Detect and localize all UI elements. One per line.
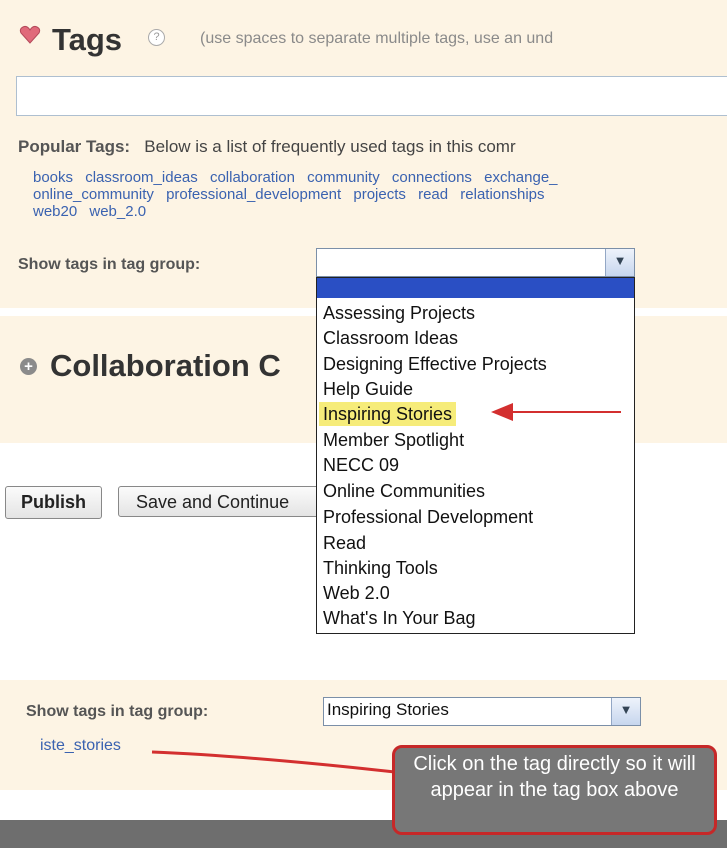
tag-link[interactable]: books — [33, 169, 73, 186]
dropdown-option[interactable]: Online Communities — [323, 479, 485, 503]
lower-tag-group-label: Show tags in tag group: — [26, 703, 209, 720]
publish-button[interactable]: Publish — [5, 486, 102, 519]
dropdown-option[interactable]: Classroom Ideas — [323, 326, 458, 350]
chevron-down-icon[interactable]: ▼ — [611, 698, 640, 725]
help-icon[interactable]: ? — [148, 29, 165, 46]
tags-title: Tags — [52, 22, 123, 57]
dropdown-option[interactable]: Read — [323, 531, 366, 555]
tag-link[interactable]: exchange_ — [484, 169, 557, 186]
callout-pointer — [151, 750, 396, 774]
tag-link-iste-stories[interactable]: iste_stories — [40, 737, 121, 755]
arrow-annotation — [491, 403, 621, 421]
tag-group-label: Show tags in tag group: — [18, 256, 201, 273]
tag-group-select[interactable]: ▼ — [316, 248, 635, 277]
plus-circle-icon[interactable]: + — [20, 358, 37, 375]
chevron-down-icon[interactable]: ▼ — [605, 249, 634, 276]
dropdown-option[interactable]: Help Guide — [323, 377, 413, 401]
dropdown-option-highlighted[interactable]: Inspiring Stories — [319, 402, 457, 426]
tags-input[interactable] — [16, 76, 727, 116]
dropdown-option[interactable]: NECC 09 — [323, 453, 399, 477]
collaboration-title: Collaboration C — [50, 348, 281, 383]
lower-tag-group-select[interactable]: Inspiring Stories ▼ — [323, 697, 641, 726]
tag-row: books classroom_ideas collaboration comm… — [33, 169, 566, 186]
popular-tags-row: Popular Tags: Below is a list of frequen… — [18, 137, 516, 157]
tag-link[interactable]: collaboration — [210, 169, 295, 186]
dropdown-option[interactable]: Web 2.0 — [323, 581, 390, 605]
tag-icon — [19, 25, 41, 44]
popular-tags-label: Popular Tags: — [18, 137, 131, 156]
tag-link[interactable]: read — [418, 186, 448, 203]
tag-link[interactable]: community — [307, 169, 380, 186]
tag-link[interactable]: connections — [392, 169, 472, 186]
dropdown-option[interactable]: What's In Your Bag — [323, 606, 476, 630]
dropdown-option[interactable]: Assessing Projects — [323, 301, 475, 325]
tag-link[interactable]: professional_development — [166, 186, 341, 203]
dropdown-option-blank[interactable] — [317, 278, 634, 298]
tag-group-dropdown: Assessing Projects Classroom Ideas Desig… — [316, 277, 635, 634]
tag-row: web20 web_2.0 — [33, 203, 566, 220]
dropdown-option[interactable]: Designing Effective Projects — [323, 352, 547, 376]
tags-hint: (use spaces to separate multiple tags, u… — [200, 30, 554, 47]
save-continue-button[interactable]: Save and Continue — [118, 486, 328, 517]
tag-link[interactable]: online_community — [33, 186, 154, 203]
tag-row: online_community professional_developmen… — [33, 186, 566, 203]
instruction-callout: Click on the tag directly so it will app… — [392, 745, 717, 835]
lower-tag-group-value: Inspiring Stories — [327, 700, 449, 719]
tag-link[interactable]: projects — [353, 186, 406, 203]
popular-tags-list: books classroom_ideas collaboration comm… — [33, 169, 566, 220]
dropdown-option[interactable]: Member Spotlight — [323, 428, 464, 452]
dropdown-option[interactable]: Professional Development — [323, 505, 533, 529]
tag-link[interactable]: web_2.0 — [89, 203, 146, 220]
tag-link[interactable]: classroom_ideas — [85, 169, 198, 186]
popular-tags-description: Below is a list of frequently used tags … — [144, 137, 516, 156]
tag-link[interactable]: web20 — [33, 203, 77, 220]
tag-link[interactable]: relationships — [460, 186, 544, 203]
dropdown-option[interactable]: Thinking Tools — [323, 556, 438, 580]
